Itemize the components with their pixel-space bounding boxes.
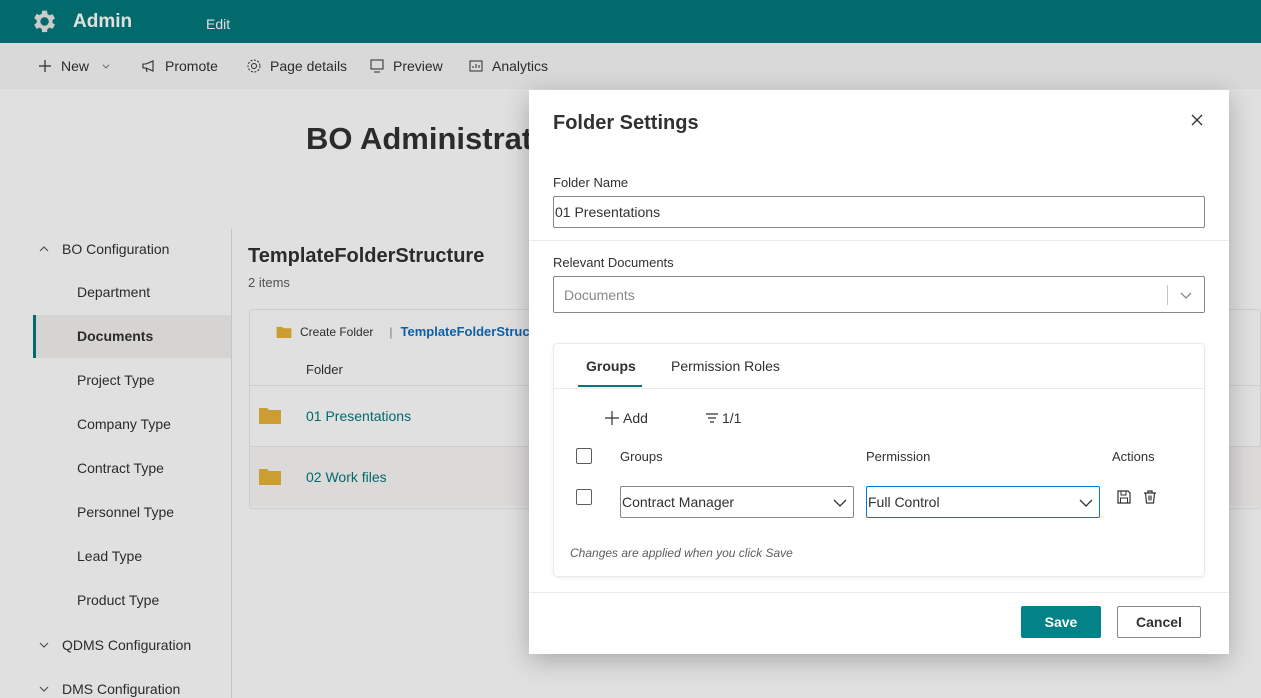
column-header-actions: Actions [1112, 449, 1155, 464]
divider [529, 592, 1229, 593]
save-icon[interactable] [1116, 489, 1132, 505]
filter-icon [706, 413, 718, 423]
dialog-title: Folder Settings [553, 112, 699, 134]
documents-combobox[interactable]: Documents [553, 276, 1205, 313]
add-label: Add [623, 410, 648, 426]
filter-button[interactable]: 1/1 [705, 410, 741, 426]
tab-groups[interactable]: Groups [586, 358, 636, 374]
separator [1167, 285, 1168, 305]
divider [554, 388, 1204, 389]
folder-name-input[interactable]: 01 Presentations [553, 196, 1205, 228]
chevron-down-icon [833, 499, 847, 507]
folder-name-label: Folder Name [553, 175, 629, 190]
trash-icon[interactable] [1142, 489, 1158, 505]
cancel-button[interactable]: Cancel [1117, 606, 1201, 638]
group-select[interactable]: Contract Manager [620, 486, 854, 518]
column-header-groups: Groups [620, 449, 663, 464]
plus-icon [605, 411, 619, 425]
documents-placeholder: Documents [564, 287, 635, 303]
permissions-tab-panel: Groups Permission Roles Add 1/1 Groups P… [553, 343, 1205, 577]
tab-permission-roles[interactable]: Permission Roles [671, 358, 780, 374]
select-all-checkbox[interactable] [576, 448, 592, 464]
folder-settings-dialog: Folder Settings Folder Name 01 Presentat… [529, 90, 1229, 654]
permission-select[interactable]: Full Control [866, 486, 1100, 518]
permission-select-value: Full Control [868, 494, 940, 510]
close-icon[interactable] [1189, 112, 1205, 128]
active-tab-indicator [578, 385, 642, 387]
divider [529, 240, 1229, 241]
group-select-value: Contract Manager [622, 494, 735, 510]
relevant-documents-label: Relevant Documents [553, 255, 674, 270]
add-group-button[interactable]: Add [604, 410, 648, 426]
column-header-permission: Permission [866, 449, 931, 464]
save-hint: Changes are applied when you click Save [570, 546, 793, 560]
chevron-down-icon[interactable] [1180, 289, 1192, 301]
row-checkbox[interactable] [576, 489, 592, 505]
filter-count: 1/1 [722, 410, 742, 426]
save-button[interactable]: Save [1021, 606, 1101, 638]
chevron-down-icon [1079, 499, 1093, 507]
